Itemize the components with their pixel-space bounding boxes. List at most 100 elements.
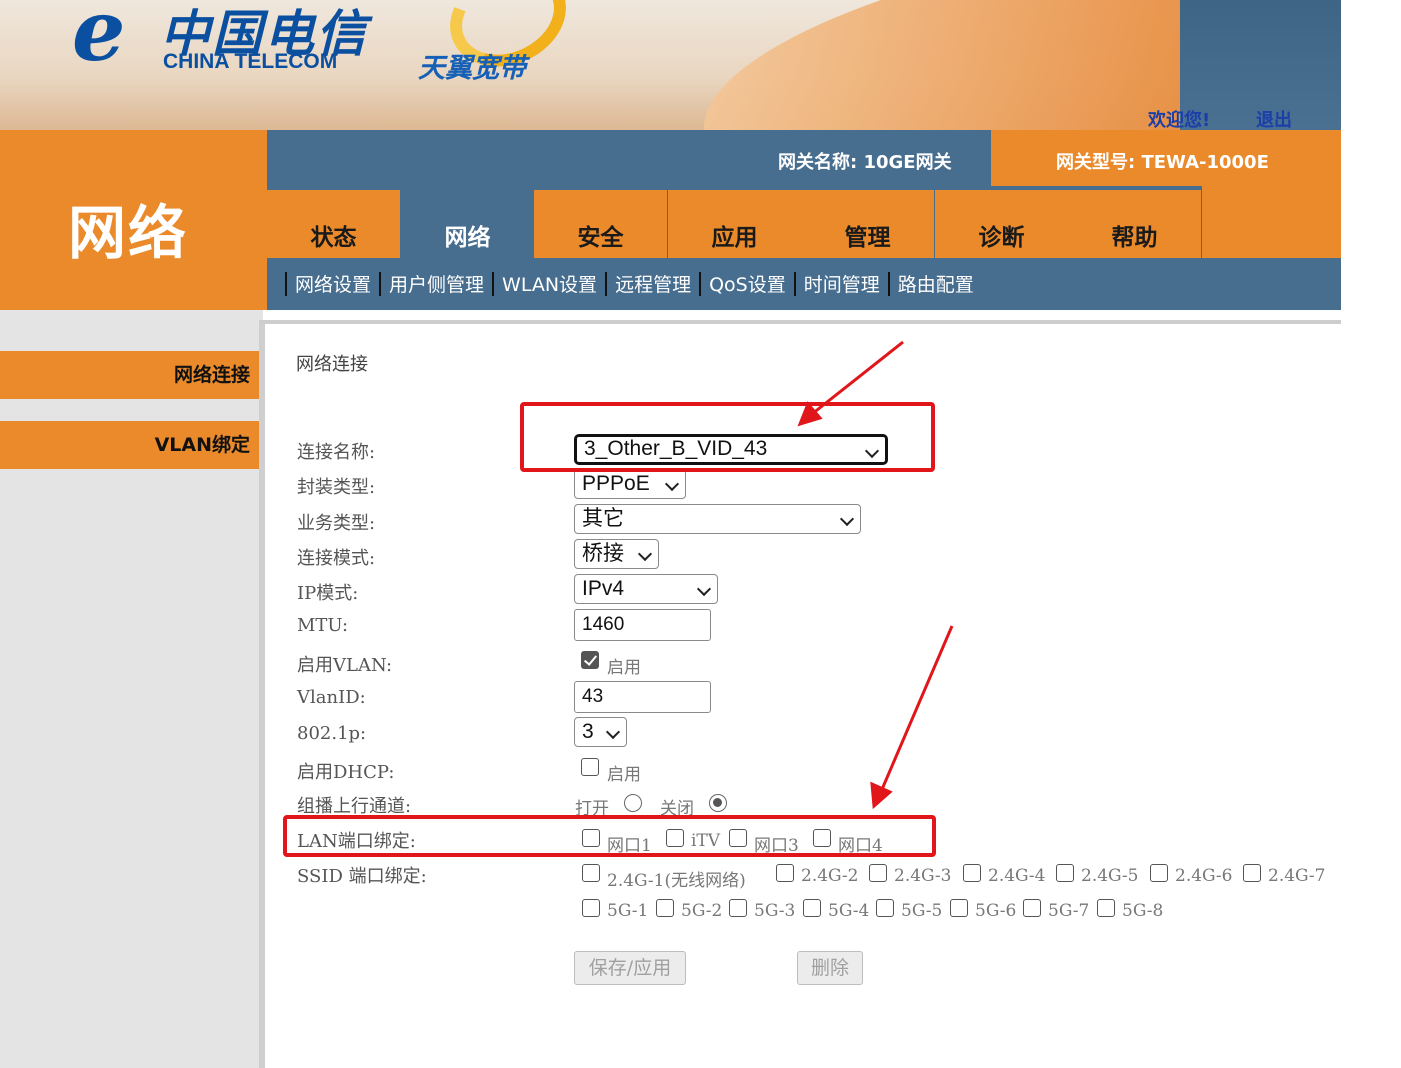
page-title: 网络连接 (296, 354, 368, 375)
subnav-separator (379, 271, 382, 296)
chevron-down-icon (839, 511, 855, 527)
subnav-separator (699, 271, 702, 296)
ssid-5g-1-label: 5G-1 (607, 901, 649, 921)
vlan-enable-checkbox[interactable] (581, 651, 599, 669)
ssid-24g-1-label: 2.4G-1(无线网络) (607, 871, 746, 891)
ssid-5g-5-checkbox[interactable] (876, 899, 894, 917)
tab-status[interactable]: 状态 (267, 190, 400, 258)
subnav-separator (492, 271, 495, 296)
page-margin-right (1341, 0, 1401, 1068)
ip-mode-select[interactable]: IPv4 (574, 574, 718, 604)
delete-button[interactable]: 删除 (797, 951, 863, 985)
ssid-24g-4-checkbox[interactable] (963, 864, 981, 882)
subnav-separator (793, 271, 796, 296)
ssid-5g-7-checkbox[interactable] (1023, 899, 1041, 917)
subnav-separator (285, 271, 287, 296)
label-8021p: 802.1p: (297, 723, 367, 744)
connection-mode-select[interactable]: 桥接 (574, 539, 659, 569)
label-vlan-enable: 启用VLAN: (297, 655, 393, 676)
tab-bar-end (1202, 186, 1341, 258)
ssid-24g-2-label: 2.4G-2 (801, 866, 859, 886)
label-encap-type: 封装类型: (297, 477, 376, 498)
ssid-24g-6-checkbox[interactable] (1150, 864, 1168, 882)
ssid-5g-3-label: 5G-3 (754, 901, 796, 921)
ssid-24g-2-checkbox[interactable] (776, 864, 794, 882)
tab-diagnostics[interactable]: 诊断 (935, 190, 1068, 258)
gateway-name: 网关名称: 10GE网关 (778, 152, 952, 173)
priority-8021p-select[interactable]: 3 (574, 717, 627, 747)
ssid-24g-4-label: 2.4G-4 (988, 866, 1046, 886)
china-telecom-logo-icon: e (72, 0, 126, 80)
ssid-5g-2-label: 5G-2 (681, 901, 723, 921)
subnav-remote[interactable]: 远程管理 (609, 270, 697, 297)
annotation-box-connection-name (520, 402, 935, 472)
annotation-box-lan-binding (283, 815, 936, 857)
label-service-type: 业务类型: (297, 513, 376, 534)
multicast-on-radio[interactable] (624, 794, 642, 812)
tab-security[interactable]: 安全 (534, 190, 667, 258)
ssid-5g-1-checkbox[interactable] (582, 899, 600, 917)
encap-type-select[interactable]: PPPoE (574, 469, 686, 499)
priority-8021p-value: 3 (582, 720, 594, 743)
label-mtu: MTU: (297, 615, 349, 636)
subnav-wlan[interactable]: WLAN设置 (496, 270, 603, 297)
subnav-network-settings[interactable]: 网络设置 (289, 270, 377, 297)
encap-type-value: PPPoE (582, 472, 650, 495)
vlan-id-input[interactable]: 43 (574, 681, 711, 713)
label-connection-mode: 连接模式: (297, 548, 376, 569)
ssid-24g-5-checkbox[interactable] (1056, 864, 1074, 882)
ssid-5g-8-checkbox[interactable] (1097, 899, 1115, 917)
tab-application[interactable]: 应用 (668, 190, 801, 258)
ssid-24g-6-label: 2.4G-6 (1175, 866, 1233, 886)
ssid-5g-5-label: 5G-5 (901, 901, 943, 921)
subnav-routing[interactable]: 路由配置 (892, 270, 980, 297)
chevron-down-icon (664, 476, 680, 492)
ssid-24g-1-checkbox[interactable] (582, 864, 600, 882)
mtu-input[interactable]: 1460 (574, 609, 711, 641)
ssid-24g-3-label: 2.4G-3 (894, 866, 952, 886)
logout-link[interactable]: 退出 (1256, 106, 1292, 132)
multicast-off-radio[interactable] (709, 794, 727, 812)
label-connection-name: 连接名称: (297, 442, 376, 463)
sidebar-item-vlan-binding[interactable]: VLAN绑定 (0, 421, 267, 469)
save-apply-button[interactable]: 保存/应用 (574, 951, 686, 985)
tab-management[interactable]: 管理 (801, 190, 934, 258)
subnav-user-side[interactable]: 用户侧管理 (383, 270, 490, 297)
ssid-5g-3-checkbox[interactable] (729, 899, 747, 917)
ssid-5g-2-checkbox[interactable] (656, 899, 674, 917)
subnav-separator (887, 271, 890, 296)
content-left-border (259, 324, 265, 1068)
service-type-value: 其它 (582, 507, 624, 530)
label-dhcp-enable: 启用DHCP: (297, 762, 395, 783)
connection-mode-value: 桥接 (582, 542, 624, 565)
sidebar-item-network-connection[interactable]: 网络连接 (0, 351, 267, 399)
tab-network[interactable]: 网络 (401, 190, 534, 258)
vlan-enable-text: 启用 (607, 658, 641, 678)
dhcp-enable-text: 启用 (607, 765, 641, 785)
subnav-time[interactable]: 时间管理 (798, 270, 886, 297)
gateway-model: 网关型号: TEWA-1000E (1056, 152, 1269, 173)
service-type-select[interactable]: 其它 (574, 504, 861, 534)
dhcp-enable-checkbox[interactable] (581, 758, 599, 776)
subnav: 网络设置 用户侧管理 WLAN设置 远程管理 QoS设置 时间管理 路由配置 (283, 270, 980, 297)
ssid-5g-6-checkbox[interactable] (950, 899, 968, 917)
welcome-text: 欢迎您! (1148, 110, 1211, 131)
label-ip-mode: IP模式: (297, 583, 359, 604)
content-top-border (259, 320, 1341, 324)
ssid-5g-4-label: 5G-4 (828, 901, 870, 921)
ssid-24g-3-checkbox[interactable] (869, 864, 887, 882)
ssid-5g-4-checkbox[interactable] (803, 899, 821, 917)
ssid-5g-7-label: 5G-7 (1048, 901, 1090, 921)
label-vlan-id: VlanID: (297, 687, 366, 708)
ssid-24g-5-label: 2.4G-5 (1081, 866, 1139, 886)
product-name: 天翼宽带 (418, 53, 526, 84)
subnav-qos[interactable]: QoS设置 (703, 270, 792, 297)
chevron-down-icon (696, 581, 712, 597)
tab-help[interactable]: 帮助 (1068, 190, 1201, 258)
subnav-separator (605, 271, 608, 296)
brand-name-en: CHINA TELECOM (163, 50, 338, 73)
ssid-24g-7-checkbox[interactable] (1243, 864, 1261, 882)
section-title: 网络 (68, 199, 189, 267)
ssid-24g-7-label: 2.4G-7 (1268, 866, 1326, 886)
ssid-5g-8-label: 5G-8 (1122, 901, 1164, 921)
